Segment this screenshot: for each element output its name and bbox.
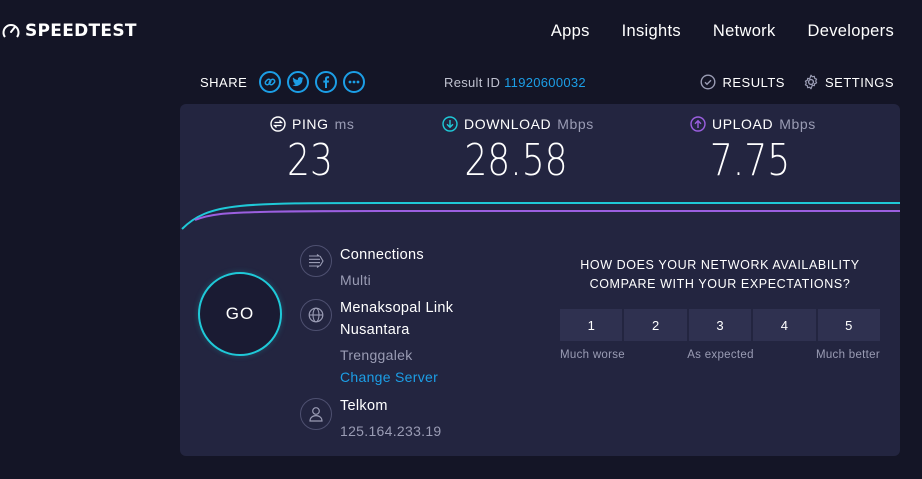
server-name-line2: Nusantara bbox=[340, 322, 410, 338]
upload-unit: Mbps bbox=[779, 116, 816, 132]
isp-ip: 125.164.233.19 bbox=[340, 423, 442, 439]
settings-label: SETTINGS bbox=[824, 74, 894, 90]
ping-label: PING bbox=[292, 116, 329, 132]
twitter-icon bbox=[292, 77, 304, 87]
result-id-label: Result ID bbox=[444, 75, 501, 90]
ping-icon bbox=[270, 116, 286, 132]
speedtest-logo[interactable]: SPEEDTEST bbox=[2, 21, 137, 41]
download-label: DOWNLOAD bbox=[464, 116, 552, 132]
rating-scale: Much worse As expected Much better bbox=[560, 349, 880, 361]
nav-developers[interactable]: Developers bbox=[808, 22, 894, 41]
results-button[interactable]: RESULTS bbox=[700, 74, 785, 90]
link-icon bbox=[264, 78, 276, 86]
user-icon bbox=[309, 407, 323, 422]
rating-option-3[interactable]: 3 bbox=[688, 309, 752, 341]
share-facebook-button[interactable] bbox=[315, 71, 338, 93]
upload-arrow-icon bbox=[690, 116, 706, 132]
survey-question-line1: HOW DOES YOUR NETWORK AVAILABILITY bbox=[580, 258, 860, 272]
speedometer-icon bbox=[2, 24, 20, 38]
scale-low-label: Much worse bbox=[560, 349, 625, 361]
more-dots-icon bbox=[348, 80, 360, 84]
isp-name: Telkom bbox=[340, 398, 388, 414]
go-button[interactable]: GO bbox=[198, 272, 282, 356]
result-panel: PING ms 23 DOWNLOAD Mbps 28.58 UPLOAD Mb… bbox=[180, 104, 900, 456]
share-more-button[interactable] bbox=[343, 71, 366, 93]
check-circle-icon bbox=[700, 74, 716, 90]
speed-graph bbox=[181, 202, 900, 230]
network-survey: HOW DOES YOUR NETWORK AVAILABILITY COMPA… bbox=[560, 256, 880, 361]
upload-value: 7.75 bbox=[709, 135, 791, 186]
share-link-button[interactable] bbox=[259, 71, 282, 93]
brand-name: SPEEDTEST bbox=[25, 21, 137, 41]
server-name-line1: Menaksopal Link bbox=[340, 300, 454, 316]
survey-question-line2: COMPARE WITH YOUR EXPECTATIONS? bbox=[589, 277, 851, 291]
connections-value: Multi bbox=[340, 272, 372, 288]
nav-network[interactable]: Network bbox=[713, 22, 776, 41]
download-metric: DOWNLOAD Mbps 28.58 bbox=[442, 116, 612, 186]
scale-mid-label: As expected bbox=[687, 349, 754, 361]
rating-option-4[interactable]: 4 bbox=[753, 309, 816, 341]
share-row: SHARE bbox=[200, 70, 366, 94]
share-twitter-button[interactable] bbox=[287, 71, 310, 93]
change-server-link[interactable]: Change Server bbox=[340, 366, 453, 388]
upload-graph-line bbox=[194, 210, 900, 221]
rating-option-5[interactable]: 5 bbox=[817, 309, 880, 341]
connections-title: Connections bbox=[340, 247, 424, 263]
top-actions: RESULTS SETTINGS bbox=[700, 74, 894, 90]
ping-metric: PING ms 23 bbox=[270, 116, 380, 186]
nav-apps[interactable]: Apps bbox=[551, 22, 590, 41]
header: SPEEDTEST Apps Insights Network Develope… bbox=[0, 0, 922, 64]
ping-unit: ms bbox=[334, 116, 355, 132]
server-location: Trenggalek bbox=[340, 347, 413, 363]
gear-icon bbox=[804, 74, 818, 90]
results-label: RESULTS bbox=[722, 74, 785, 90]
result-id-value[interactable]: 11920600032 bbox=[504, 75, 586, 90]
download-graph-line bbox=[181, 202, 900, 230]
upload-metric: UPLOAD Mbps 7.75 bbox=[690, 116, 840, 186]
rating-option-1[interactable]: 1 bbox=[560, 309, 623, 341]
ping-value: 23 bbox=[287, 135, 333, 186]
download-unit: Mbps bbox=[557, 116, 594, 132]
globe-icon bbox=[308, 307, 324, 323]
result-id: Result ID 11920600032 bbox=[444, 75, 586, 90]
share-label: SHARE bbox=[200, 74, 248, 90]
rating-options: 1 2 3 4 5 bbox=[560, 309, 880, 341]
rating-option-2[interactable]: 2 bbox=[624, 309, 687, 341]
download-arrow-icon bbox=[442, 116, 458, 132]
upload-label: UPLOAD bbox=[712, 116, 774, 132]
facebook-icon bbox=[323, 76, 330, 88]
scale-high-label: Much better bbox=[815, 349, 880, 361]
nav-insights[interactable]: Insights bbox=[622, 22, 681, 41]
download-value: 28.58 bbox=[464, 135, 568, 186]
settings-button[interactable]: SETTINGS bbox=[803, 74, 894, 90]
main-nav: Apps Insights Network Developers bbox=[551, 22, 894, 41]
connections-icon bbox=[309, 254, 324, 268]
